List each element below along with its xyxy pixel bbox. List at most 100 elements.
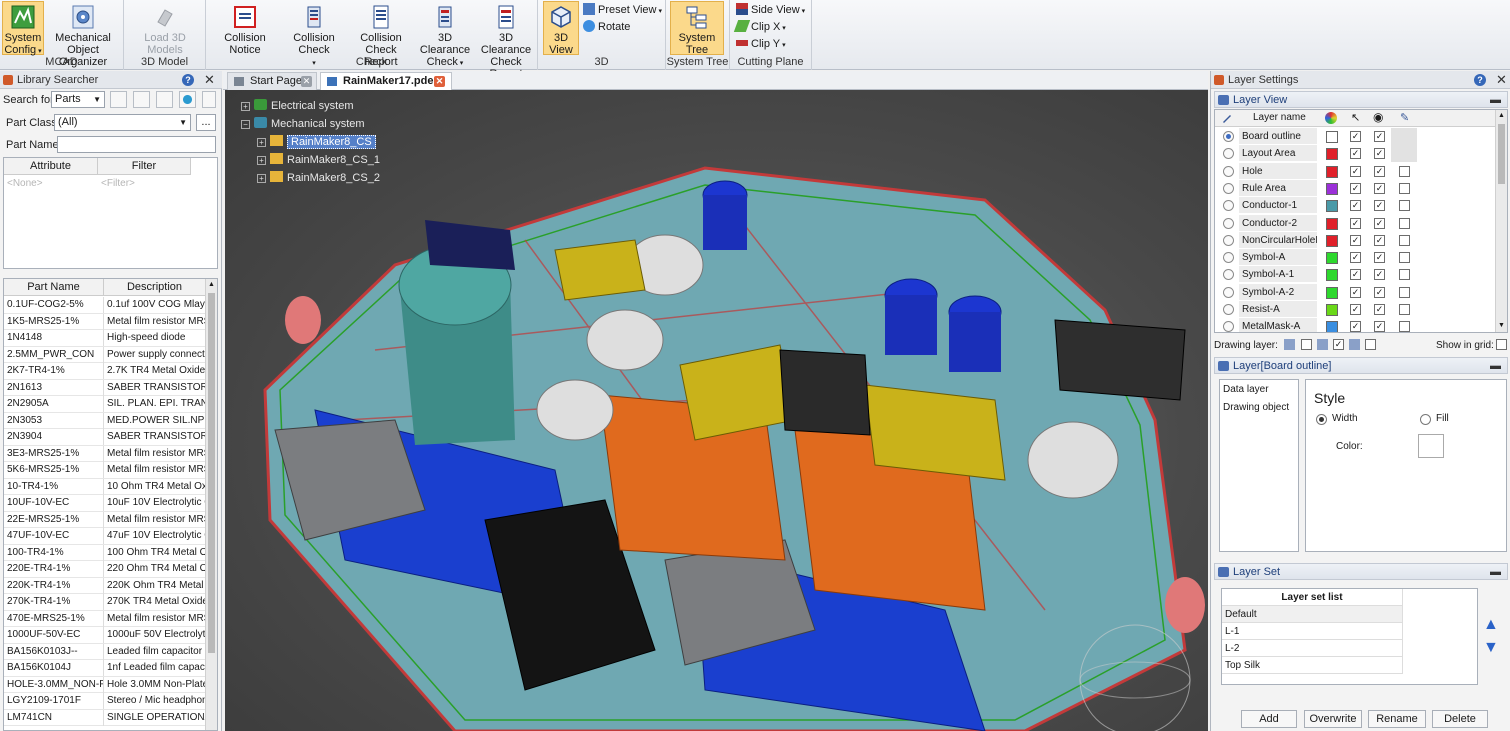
- layer-select-radio[interactable]: [1223, 148, 1234, 160]
- layer-grid-checkbox[interactable]: [1399, 321, 1410, 332]
- filter-cell[interactable]: <Filter>: [98, 176, 191, 191]
- layer-row[interactable]: Rule Area ✓ ✓: [1215, 179, 1495, 197]
- settings-tool-icon[interactable]: [202, 91, 216, 108]
- help-icon[interactable]: ?: [182, 74, 194, 86]
- layer-set-item[interactable]: L-2: [1222, 640, 1403, 657]
- layer-mode-icon[interactable]: [1317, 339, 1328, 350]
- tab-rainmaker17[interactable]: RainMaker17.pdes* ✕: [320, 72, 452, 90]
- tree-node-rainmaker8-cs[interactable]: + RainMaker8_CS: [257, 134, 376, 150]
- layer-grid-checkbox[interactable]: [1399, 269, 1410, 281]
- layer-visible-checkbox[interactable]: ✓: [1374, 234, 1385, 246]
- help-icon[interactable]: ?: [1474, 74, 1486, 86]
- show-in-grid-checkbox[interactable]: [1496, 339, 1507, 350]
- table-row[interactable]: 2N2905ASIL. PLAN. EPI. TRANSI: [4, 396, 205, 413]
- clearance-check-button[interactable]: 3D Clearance Check ▾: [414, 1, 476, 68]
- tab-start-page[interactable]: Start Page ✕: [227, 72, 317, 90]
- expand-icon[interactable]: +: [257, 138, 266, 147]
- layer-color-swatch[interactable]: [1326, 217, 1338, 230]
- layer-grid-checkbox[interactable]: [1399, 165, 1410, 177]
- preset-view-button[interactable]: Preset View ▾: [583, 2, 662, 19]
- table-row[interactable]: BA156K0104J 1nf Leaded film capacit: [4, 660, 205, 677]
- table-row[interactable]: 220E-TR4-1% 220 Ohm TR4 Metal Ox: [4, 561, 205, 578]
- layer-selectable-checkbox[interactable]: ✓: [1350, 252, 1361, 264]
- layer-select-radio[interactable]: [1223, 131, 1234, 142]
- layer-visible-checkbox[interactable]: ✓: [1374, 252, 1385, 264]
- part-class-more-button[interactable]: ...: [196, 114, 216, 131]
- parts-scrollbar[interactable]: ▲: [205, 279, 217, 730]
- minimize-icon[interactable]: ▬: [1490, 564, 1501, 581]
- expand-icon[interactable]: +: [257, 174, 266, 183]
- table-row[interactable]: LGY2109-1701F Stereo / Mic headphon: [4, 693, 205, 710]
- layer-grid-checkbox[interactable]: [1399, 200, 1410, 212]
- layer-grid-checkbox[interactable]: [1399, 234, 1410, 246]
- rename-button[interactable]: Rename: [1368, 710, 1426, 728]
- table-row[interactable]: 3E3-MRS25-1% Metal film resistor MRS: [4, 445, 205, 462]
- layer-set-item[interactable]: Top Silk: [1222, 657, 1403, 674]
- layer-color-swatch[interactable]: [1326, 131, 1338, 143]
- part-class-select[interactable]: (All) ▼: [54, 114, 191, 131]
- layer-row[interactable]: NonCircularHoleL ✓ ✓: [1215, 231, 1495, 249]
- layer-visible-checkbox[interactable]: ✓: [1374, 165, 1385, 177]
- parts-scrollbar-thumb[interactable]: [208, 293, 215, 653]
- layer-view-header[interactable]: Layer View ▬: [1214, 91, 1508, 108]
- add-button[interactable]: Add: [1241, 710, 1297, 728]
- collapse-icon[interactable]: −: [241, 120, 250, 129]
- globe-icon[interactable]: [179, 91, 196, 108]
- layer-select-radio[interactable]: [1223, 321, 1234, 332]
- collision-check-button[interactable]: Collision Check ▾: [280, 1, 348, 67]
- system-tree-button[interactable]: System Tree: [670, 1, 724, 56]
- layer-row[interactable]: Symbol-A-2 ✓ ✓: [1215, 283, 1495, 301]
- board-outline-header[interactable]: Layer[Board outline] ▬: [1214, 357, 1508, 374]
- table-row[interactable]: 1N4148 High-speed diode: [4, 330, 205, 347]
- load-3d-models-button[interactable]: Load 3D Models: [128, 1, 202, 56]
- fill-radio[interactable]: [1420, 414, 1431, 425]
- layer-color-swatch[interactable]: [1326, 165, 1338, 178]
- layer-row[interactable]: Resist-A ✓ ✓: [1215, 301, 1495, 318]
- layer-set-header[interactable]: Layer Set ▬: [1214, 563, 1508, 580]
- move-up-icon[interactable]: ▲: [1483, 616, 1499, 634]
- layer-mode-icon[interactable]: [1284, 339, 1295, 350]
- layer-row[interactable]: Symbol-A ✓ ✓: [1215, 249, 1495, 267]
- table-row[interactable]: 2N3053MED.POWER SIL.NPN F: [4, 412, 205, 429]
- layer-select-radio[interactable]: [1223, 200, 1234, 212]
- table-row[interactable]: 2K7-TR4-1% 2.7K TR4 Metal Oxide F: [4, 363, 205, 380]
- table-row[interactable]: 2N1613 SABER TRANSISTOR: [4, 379, 205, 396]
- layer-color-swatch[interactable]: [1326, 252, 1338, 265]
- table-row[interactable]: 47UF-10V-EC 47uF 10V Electrolytic C: [4, 528, 205, 545]
- layer-selectable-checkbox[interactable]: ✓: [1350, 321, 1361, 332]
- table-row[interactable]: 10-TR4-1% 10 Ohm TR4 Metal Oxi: [4, 478, 205, 495]
- color-swatch[interactable]: [1418, 434, 1444, 458]
- table-row[interactable]: 0.1UF-COG2-5% 0.1uf 100V COG Mlayer: [4, 297, 205, 314]
- table-row[interactable]: 22E-MRS25-1% Metal film resistor MRS: [4, 511, 205, 528]
- close-tab-icon[interactable]: ✕: [301, 76, 312, 87]
- layer-visible-checkbox[interactable]: ✓: [1374, 286, 1385, 298]
- layer-grid-checkbox[interactable]: [1399, 182, 1410, 194]
- table-row[interactable]: 470E-MRS25-1% Metal film resistor MRS: [4, 610, 205, 627]
- layer-color-swatch[interactable]: [1326, 148, 1338, 161]
- tree-node-mechanical[interactable]: − Mechanical system: [241, 116, 365, 132]
- 3d-view-button[interactable]: 3D View: [543, 1, 579, 56]
- layer-visible-checkbox[interactable]: ✓: [1374, 148, 1385, 160]
- layer-visible-checkbox[interactable]: ✓: [1374, 304, 1385, 315]
- layer-selectable-checkbox[interactable]: ✓: [1350, 286, 1361, 298]
- drawing-layer-checkbox-2[interactable]: ✓: [1333, 339, 1344, 350]
- layer-row[interactable]: MetalMask-A ✓ ✓: [1215, 318, 1495, 332]
- layer-row[interactable]: Layout Area ✓ ✓: [1215, 145, 1495, 163]
- layer-selectable-checkbox[interactable]: ✓: [1350, 200, 1361, 212]
- edit-tool-icon[interactable]: [133, 91, 150, 108]
- tree-node-rainmaker8-cs-1[interactable]: + RainMaker8_CS_1: [257, 152, 380, 168]
- layer-row[interactable]: Hole ✓ ✓: [1215, 162, 1495, 180]
- close-tab-icon[interactable]: ✕: [434, 76, 445, 87]
- table-row[interactable]: 1000UF-50V-EC 1000uF 50V Electrolytic: [4, 627, 205, 644]
- minimize-icon[interactable]: ▬: [1490, 358, 1501, 375]
- minimize-icon[interactable]: ▬: [1490, 92, 1501, 109]
- search-for-select[interactable]: Parts ▼: [51, 91, 105, 108]
- layer-row[interactable]: Symbol-A-1 ✓ ✓: [1215, 266, 1495, 284]
- layer-grid-checkbox[interactable]: [1399, 217, 1410, 229]
- part-name-input[interactable]: [57, 136, 216, 153]
- layer-select-radio[interactable]: [1223, 217, 1234, 229]
- rotate-button[interactable]: Rotate: [583, 19, 630, 36]
- layer-select-radio[interactable]: [1223, 182, 1234, 194]
- close-icon[interactable]: ✕: [1496, 71, 1507, 89]
- collision-notice-button[interactable]: Collision Notice: [210, 1, 280, 56]
